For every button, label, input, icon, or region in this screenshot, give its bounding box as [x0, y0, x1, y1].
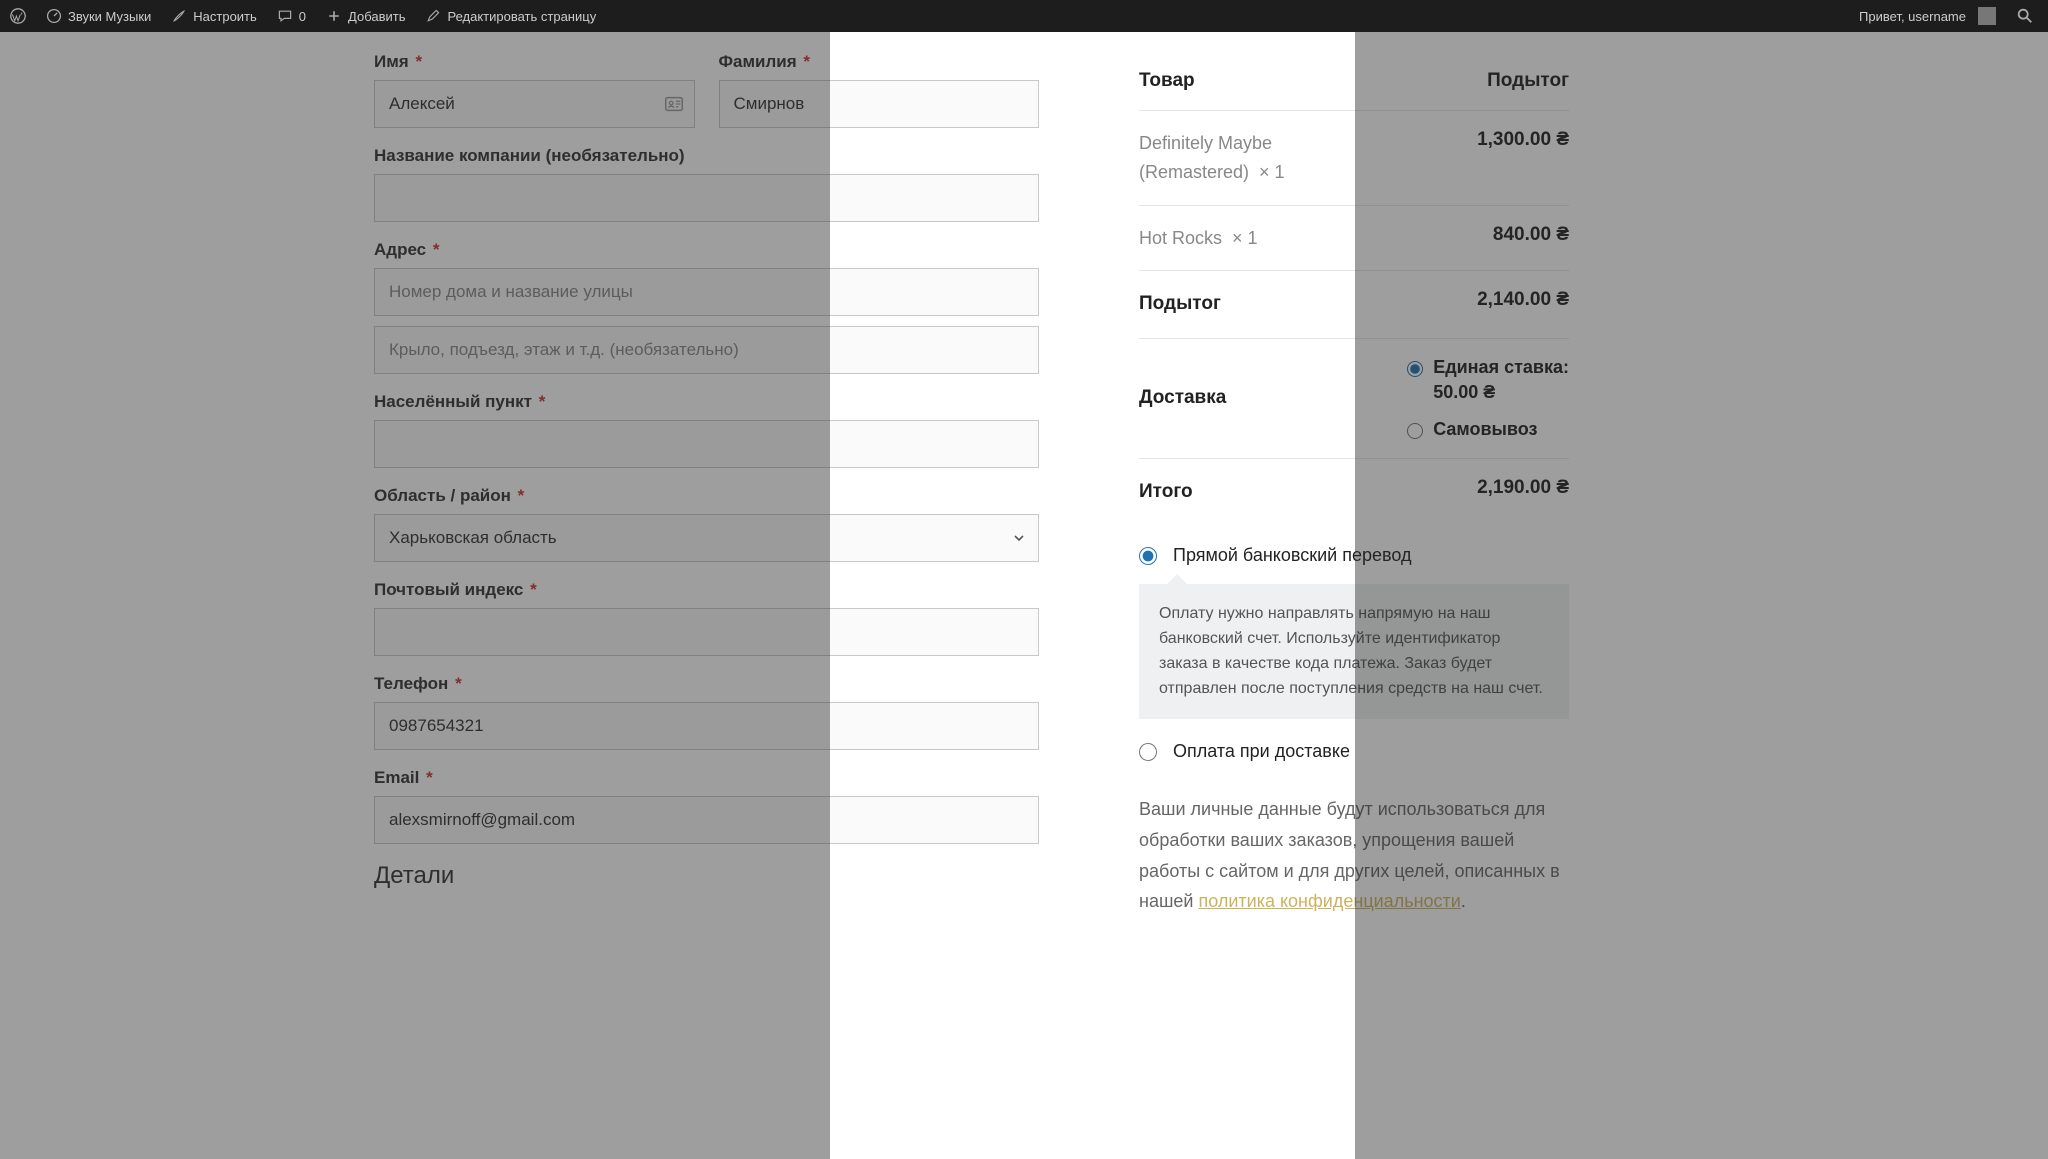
customize-label: Настроить — [193, 9, 257, 24]
shipping-option-pickup[interactable]: Самовывоз — [1407, 419, 1569, 440]
summary-item-row: Hot Rocks × 1 840.00 ₴ — [1139, 206, 1569, 272]
summary-header-row: Товар Подытог — [1139, 52, 1569, 111]
dashboard-icon — [46, 8, 62, 24]
edit-page-link[interactable]: Редактировать страницу — [415, 0, 606, 32]
postcode-input[interactable] — [374, 608, 1039, 656]
privacy-policy-link[interactable]: политика конфиденциальности — [1198, 891, 1460, 911]
edit-page-label: Редактировать страницу — [447, 9, 596, 24]
postcode-label: Почтовый индекс * — [374, 580, 1039, 600]
summary-total-label: Итого — [1139, 477, 1193, 507]
checkout-page: Имя * Фамилия * Название компании (необя… — [0, 32, 2048, 1159]
chevron-down-icon — [1014, 528, 1024, 548]
comment-icon — [277, 8, 293, 24]
shipping-radio-flat-rate[interactable] — [1407, 361, 1423, 377]
summary-subtotal-label: Подытог — [1139, 289, 1221, 319]
order-summary: Товар Подытог Definitely Maybe (Remaster… — [1109, 52, 1599, 1159]
last-name-label: Фамилия * — [719, 52, 1040, 72]
admin-search[interactable] — [2006, 0, 2044, 32]
city-label: Населённый пункт * — [374, 392, 1039, 412]
summary-total-row: Итого 2,190.00 ₴ — [1139, 459, 1569, 525]
state-select[interactable]: Харьковская область — [374, 514, 1039, 562]
summary-header-subtotal: Подытог — [1487, 70, 1569, 92]
summary-header-product: Товар — [1139, 70, 1195, 92]
add-new-label: Добавить — [348, 9, 405, 24]
brush-icon — [171, 8, 187, 24]
site-name-label: Звуки Музыки — [68, 9, 151, 24]
summary-item-name: Hot Rocks × 1 — [1139, 224, 1258, 253]
state-selected-value: Харьковская область — [389, 528, 557, 548]
contact-card-icon — [663, 93, 685, 115]
phone-label: Телефон * — [374, 674, 1039, 694]
summary-item-name: Definitely Maybe (Remastered) × 1 — [1139, 129, 1376, 187]
city-input[interactable] — [374, 420, 1039, 468]
comments-count: 0 — [299, 9, 306, 24]
shipping-option-price: 50.00 ₴ — [1433, 382, 1569, 403]
shipping-option-label: Самовывоз — [1433, 419, 1537, 440]
email-input[interactable] — [374, 796, 1039, 844]
pencil-icon — [425, 8, 441, 24]
state-label: Область / район * — [374, 486, 1039, 506]
comments-link[interactable]: 0 — [267, 0, 316, 32]
payment-methods: Прямой банковский перевод Оплату нужно н… — [1139, 525, 1569, 917]
payment-radio-bank-transfer[interactable] — [1139, 547, 1157, 565]
add-new-link[interactable]: Добавить — [316, 0, 415, 32]
summary-item-price: 1,300.00 ₴ — [1477, 129, 1569, 151]
phone-input[interactable] — [374, 702, 1039, 750]
payment-option-bank-transfer[interactable]: Прямой банковский перевод — [1139, 531, 1569, 580]
avatar — [1978, 7, 1996, 25]
shipping-radio-pickup[interactable] — [1407, 423, 1423, 439]
company-label: Название компании (необязательно) — [374, 146, 1039, 166]
first-name-input[interactable] — [374, 80, 695, 128]
greeting-link[interactable]: Привет, username — [1849, 0, 2006, 32]
payment-option-cod[interactable]: Оплата при доставке — [1139, 727, 1569, 776]
shipping-option-label: Единая ставка: — [1433, 357, 1569, 377]
last-name-input[interactable] — [719, 80, 1040, 128]
plus-icon — [326, 8, 342, 24]
summary-item-row: Definitely Maybe (Remastered) × 1 1,300.… — [1139, 111, 1569, 206]
customize-link[interactable]: Настроить — [161, 0, 267, 32]
payment-option-label: Прямой банковский перевод — [1173, 545, 1411, 566]
payment-description: Оплату нужно направлять напрямую на наш … — [1139, 584, 1569, 719]
company-input[interactable] — [374, 174, 1039, 222]
payment-option-label: Оплата при доставке — [1173, 741, 1350, 762]
billing-form: Имя * Фамилия * Название компании (необя… — [374, 52, 1039, 1159]
first-name-label: Имя * — [374, 52, 695, 72]
summary-shipping-row: Доставка Единая ставка: 50.00 ₴ Самовыво… — [1139, 339, 1569, 459]
wordpress-icon — [10, 8, 26, 24]
address-label: Адрес * — [374, 240, 1039, 260]
details-heading: Детали — [374, 862, 1039, 890]
summary-item-price: 840.00 ₴ — [1493, 224, 1569, 246]
summary-subtotal-value: 2,140.00 ₴ — [1477, 289, 1569, 311]
payment-radio-cod[interactable] — [1139, 743, 1157, 761]
address-line2-input[interactable] — [374, 326, 1039, 374]
summary-subtotal-row: Подытог 2,140.00 ₴ — [1139, 271, 1569, 338]
privacy-notice: Ваши личные данные будут использоваться … — [1139, 794, 1569, 916]
search-icon — [2016, 7, 2034, 25]
site-name-link[interactable]: Звуки Музыки — [36, 0, 161, 32]
summary-shipping-label: Доставка — [1139, 383, 1226, 413]
wp-admin-bar: Звуки Музыки Настроить 0 Добавить Редакт… — [0, 0, 2048, 32]
address-line1-input[interactable] — [374, 268, 1039, 316]
shipping-option-flat-rate[interactable]: Единая ставка: 50.00 ₴ — [1407, 357, 1569, 403]
wp-logo[interactable] — [0, 0, 36, 32]
summary-total-value: 2,190.00 ₴ — [1477, 477, 1569, 499]
email-label: Email * — [374, 768, 1039, 788]
greeting-label: Привет, username — [1859, 9, 1966, 24]
